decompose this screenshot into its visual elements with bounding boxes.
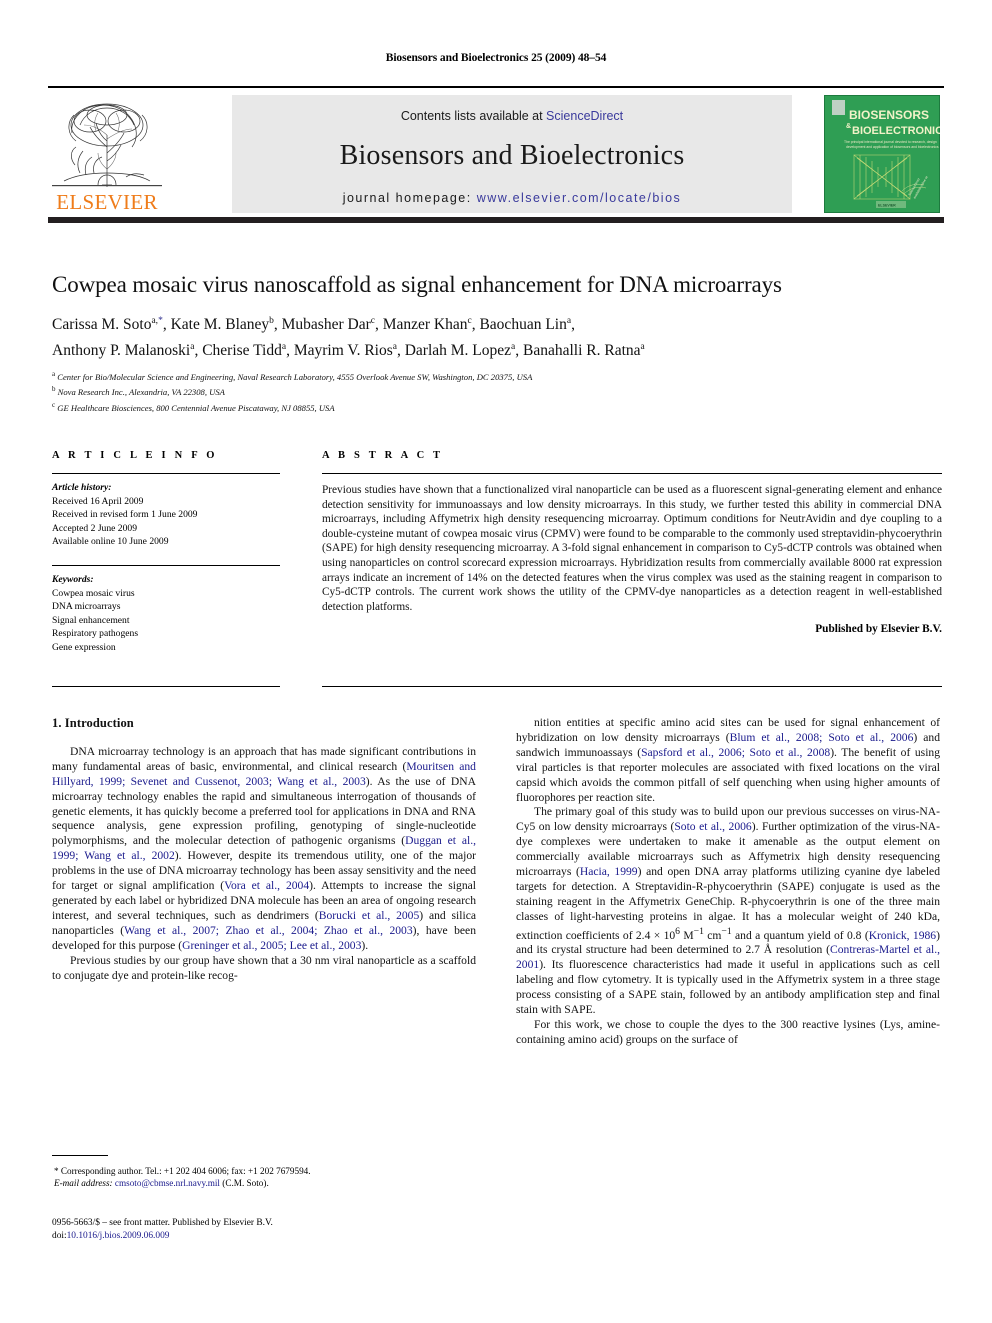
keywords-label: Keywords: — [52, 573, 94, 585]
running-head: Biosensors and Bioelectronics 25 (2009) … — [385, 52, 607, 64]
article-history-label: Article history: — [52, 482, 112, 493]
doi-link[interactable]: 10.1016/j.bios.2009.06.009 — [67, 1231, 170, 1241]
body-column-left: 1. Introduction DNA microarray technolog… — [52, 716, 476, 983]
keywords-block: Keywords: Cowpea mosaic virus DNA microa… — [52, 573, 280, 655]
masthead-bottom-rule — [48, 217, 944, 223]
imprint-block: 0956-5663/$ – see front matter. Publishe… — [52, 1217, 476, 1242]
paragraph: For this work, we chose to couple the dy… — [516, 1017, 940, 1046]
article-info-heading: A R T I C L E I N F O — [52, 450, 218, 461]
affiliation-list: a Center for Bio/Molecular Science and E… — [52, 368, 942, 414]
svg-text:The principal international jo: The principal international journal devo… — [844, 140, 937, 144]
abstract-rule — [322, 473, 942, 474]
footnote-block: * Corresponding author. Tel.: +1 202 404… — [52, 1155, 476, 1190]
issn-line: 0956-5663/$ – see front matter. Publishe… — [52, 1218, 273, 1228]
corresponding-author-note: * Corresponding author. Tel.: +1 202 404… — [54, 1166, 311, 1176]
affiliation-item: a Center for Bio/Molecular Science and E… — [52, 370, 533, 382]
body-column-right: nition entities at specific amino acid s… — [516, 716, 940, 1048]
homepage-url-link[interactable]: www.elsevier.com/locate/bios — [477, 191, 682, 205]
abstract-bottom-rule — [322, 686, 942, 687]
svg-text:&: & — [846, 123, 851, 130]
paragraph: nition entities at specific amino acid s… — [516, 716, 941, 804]
elsevier-logo: ELSEVIER — [50, 95, 164, 213]
contents-available-line: Contents lists available at ScienceDirec… — [232, 109, 792, 123]
elsevier-wordmark: ELSEVIER — [56, 190, 158, 214]
keyword-item: Gene expression — [52, 641, 116, 653]
doi-label: doi: — [52, 1230, 67, 1241]
affiliation-item: c GE Healthcare Biosciences, 800 Centenn… — [52, 400, 335, 413]
svg-text:BIOSENSORS: BIOSENSORS — [849, 108, 929, 122]
history-item: Accepted 2 June 2009 — [52, 522, 137, 534]
keywords-rule — [52, 564, 280, 566]
keyword-item: Respiratory pathogens — [52, 628, 139, 640]
svg-text:development and application of: development and application of biosensor… — [846, 145, 939, 149]
page-title: Cowpea mosaic virus nanoscaffold as sign… — [52, 272, 782, 297]
sciencedirect-banner: Contents lists available at ScienceDirec… — [232, 95, 792, 213]
article-history-block: Article history: Received 16 April 2009 … — [52, 481, 280, 549]
journal-cover-thumbnail: BIOSENSORS & BIOELECTRONICS The principa… — [824, 95, 940, 213]
author-list: Carissa M. Sotoa,*, Kate M. Blaneyb, Mub… — [52, 310, 942, 362]
svg-text:ELSEVIER: ELSEVIER — [878, 204, 896, 208]
journal-homepage-line: journal homepage: www.elsevier.com/locat… — [232, 191, 792, 205]
footnote-rule — [52, 1155, 108, 1156]
author-line-2: Anthony P. Malanoskia, Cherise Tidda, Ma… — [52, 342, 645, 360]
abstract-heading: A B S T R A C T — [322, 450, 444, 461]
keyword-item: Signal enhancement — [52, 614, 130, 626]
paragraph: DNA microarray technology is an approach… — [52, 744, 476, 952]
homepage-prefix: journal homepage: — [342, 191, 477, 205]
article-info-rule — [52, 473, 280, 474]
author-line-1: Carissa M. Sotoa,*, Kate M. Blaneyb, Mub… — [52, 316, 575, 334]
journal-masthead: ELSEVIER Contents lists available at Sci… — [48, 86, 944, 226]
journal-title: Biosensors and Bioelectronics — [339, 140, 685, 171]
email-label: E-mail address: — [54, 1178, 113, 1189]
article-info-panel: A R T I C L E I N F O Article history: R… — [52, 450, 280, 655]
contents-prefix: Contents lists available at — [400, 109, 547, 123]
history-item: Available online 10 June 2009 — [52, 536, 169, 548]
keyword-item: Cowpea mosaic virus — [52, 587, 135, 599]
email-note: E-mail address: cmsoto@cbmse.nrl.navy.mi… — [52, 1177, 476, 1189]
paragraph: Previous studies by our group have shown… — [52, 953, 476, 982]
abstract-text: Previous studies have shown that a funct… — [322, 484, 942, 613]
keyword-item: DNA microarrays — [52, 601, 121, 613]
history-item: Received 16 April 2009 — [52, 495, 144, 507]
paper-page: Biosensors and Bioelectronics 25 (2009) … — [0, 0, 992, 1323]
abstract-publisher-note: Published by Elsevier B.V. — [815, 623, 942, 636]
history-item: Received in revised form 1 June 2009 — [52, 509, 198, 521]
section-heading-introduction: 1. Introduction — [52, 716, 134, 730]
email-suffix: (C.M. Soto). — [220, 1178, 269, 1189]
paragraph: The primary goal of this study was to bu… — [516, 805, 940, 1017]
info-bottom-rule — [52, 686, 280, 687]
doi-line: doi:10.1016/j.bios.2009.06.009 — [52, 1230, 476, 1243]
affiliation-item: b Nova Research Inc., Alexandria, VA 223… — [52, 385, 225, 398]
sciencedirect-link[interactable]: ScienceDirect — [546, 109, 623, 123]
abstract-panel: A B S T R A C T Previous studies have sh… — [322, 450, 942, 635]
masthead-top-rule — [48, 86, 944, 88]
email-link[interactable]: cmsoto@cbmse.nrl.navy.mil — [115, 1178, 220, 1188]
svg-text:BIOELECTRONICS: BIOELECTRONICS — [852, 125, 940, 137]
